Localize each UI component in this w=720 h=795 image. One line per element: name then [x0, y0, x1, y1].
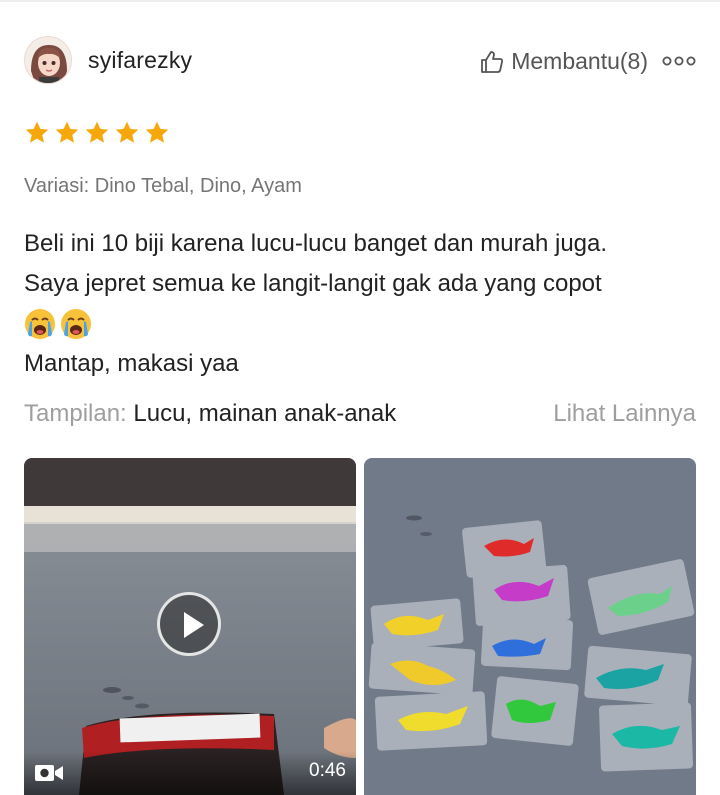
- review-video-thumbnail[interactable]: 0:46: [24, 458, 356, 795]
- review-header: syifarezky Membantu(8): [24, 36, 696, 86]
- play-icon[interactable]: [157, 592, 221, 656]
- attribute-key: Tampilan:: [24, 400, 127, 427]
- rating-stars: [24, 120, 170, 146]
- review-photo-thumbnail[interactable]: [364, 458, 696, 795]
- avatar[interactable]: [24, 36, 72, 84]
- video-camera-icon: [35, 765, 63, 781]
- avatar-image: [25, 37, 71, 83]
- review-attribute: Tampilan: Lucu, mainan anak-anak: [24, 400, 396, 428]
- emoji-row: [24, 304, 704, 344]
- star-icon: [145, 121, 169, 143]
- review-line: Beli ini 10 biji karena lucu-lucu banget…: [24, 230, 608, 257]
- review-text: Beli ini 10 biji karena lucu-lucu banget…: [24, 224, 704, 384]
- helpful-count-label: Membantu(8): [511, 48, 648, 74]
- star-icon: [25, 121, 49, 143]
- top-divider: [0, 0, 720, 2]
- product-photo-image: [364, 458, 696, 795]
- loudly-crying-face-icon: [25, 309, 55, 339]
- reviewer-username[interactable]: syifarezky: [88, 47, 192, 74]
- attribute-value: Lucu, mainan anak-anak: [133, 400, 397, 427]
- helpful-button[interactable]: Membantu(8): [479, 48, 648, 75]
- star-icon: [55, 121, 79, 143]
- review-media: 0:46: [24, 458, 696, 795]
- review-line: Saya jepret semua ke langit-langit gak a…: [24, 270, 602, 297]
- star-icon: [115, 121, 139, 143]
- variant-info: Variasi: Dino Tebal, Dino, Ayam: [24, 175, 302, 197]
- loudly-crying-face-icon: [61, 309, 91, 339]
- star-icon: [85, 121, 109, 143]
- more-dots-icon[interactable]: [662, 52, 696, 70]
- review-line: Mantap, makasi yaa: [24, 350, 239, 377]
- video-info-bar: 0:46: [24, 751, 356, 795]
- video-duration: 0:46: [309, 760, 346, 781]
- see-more-link[interactable]: Lihat Lainnya: [553, 400, 696, 428]
- thumbs-up-icon: [481, 50, 504, 73]
